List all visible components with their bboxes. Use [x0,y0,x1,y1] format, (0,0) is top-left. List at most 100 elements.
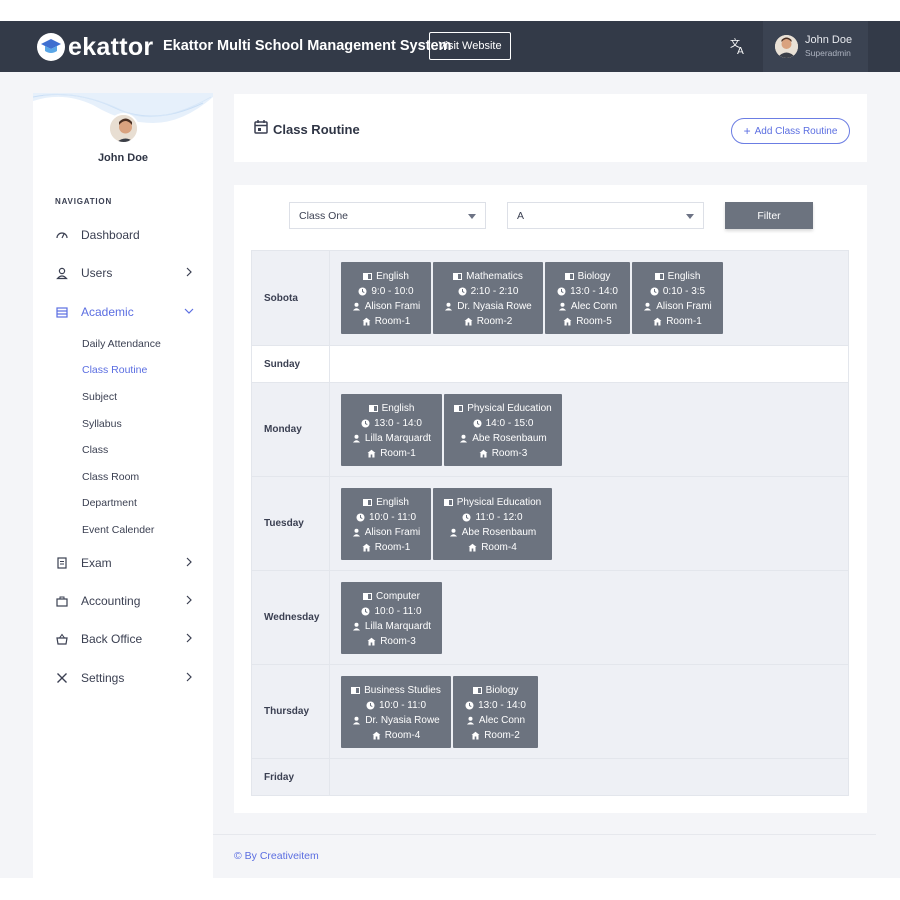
class-time: 0:10 - 3:5 [650,284,705,299]
book-icon [454,404,464,413]
submenu-class[interactable]: Class [82,444,108,456]
class-subject: Business Studies [351,683,441,698]
class-select-value: Class One [299,209,349,222]
app-logo[interactable]: ekattor [37,32,153,62]
clock-icon [361,419,370,428]
routine-row-monday: Monday English 13:0 - 14:0 Lilla Marquardt R… [252,382,848,476]
class-card[interactable]: Physical Education 11:0 - 12:0 Abe Rosenba… [433,488,552,560]
add-class-routine-button[interactable]: + Add Class Routine [731,118,850,144]
filter-button[interactable]: Filter [725,202,813,229]
book-icon [453,272,463,281]
clock-icon [356,513,365,522]
user-icon [558,302,567,311]
class-room-text: Room-4 [481,542,517,553]
class-teacher-text: Alison Frami [364,301,421,312]
class-time-text: 13:0 - 14:0 [374,418,422,429]
class-teacher: Lilla Marquardt [352,431,431,446]
class-subject: English [368,401,414,416]
class-teacher: Alison Frami [352,299,421,314]
routine-row-sobota: Sobota English 9:0 - 10:0 Alison Frami Room-… [252,251,848,345]
class-time: 13:0 - 14:0 [557,284,618,299]
sidebar-item-exam[interactable]: Exam [55,552,195,574]
sidebar-item-dashboard[interactable]: Dashboard [55,224,195,246]
sidebar-item-users[interactable]: Users [55,262,195,284]
class-room-text: Room-3 [380,636,416,647]
day-classes: Business Studies 10:0 - 11:0 Dr. Nyasia Ro… [330,665,848,758]
class-teacher-text: Alison Frami [364,527,421,538]
class-room-text: Room-2 [484,730,520,741]
class-card[interactable]: Computer 10:0 - 11:0 Lilla Marquardt Room-3 [341,582,442,654]
book-icon [363,592,373,601]
room-icon [471,731,480,740]
class-subject: Computer [363,589,420,604]
class-card[interactable]: English 0:10 - 3:5 Alison Frami Room-1 [632,262,723,334]
submenu-department[interactable]: Department [82,497,137,509]
class-room: Room-1 [653,314,702,329]
user-menu[interactable]: John Doe Superadmin [763,21,868,72]
class-room-text: Room-2 [476,316,513,327]
day-label: Thursday [252,665,330,758]
class-subject-text: Computer [376,591,420,602]
class-card[interactable]: English 13:0 - 14:0 Lilla Marquardt Room-1 [341,394,442,466]
visit-website-button[interactable]: Visit Website [429,32,511,60]
translate-icon[interactable]: 文 A [729,37,747,57]
user-icon [643,302,652,311]
user-icon [459,434,468,443]
class-time-text: 0:10 - 3:5 [662,286,706,297]
submenu-subject[interactable]: Subject [82,391,117,403]
day-classes: English 9:0 - 10:0 Alison Frami Room-1 Mathe… [330,251,848,345]
sidebar-item-academic[interactable]: Academic [55,301,195,323]
room-icon [464,317,473,326]
profile-name: John Doe [97,152,149,164]
class-subject-text: English [667,271,701,282]
class-card[interactable]: Business Studies 10:0 - 11:0 Dr. Nyasia Ro… [341,676,451,748]
class-card[interactable]: Mathematics 2:10 - 2:10 Dr. Nyasia Rowe Roo… [433,262,543,334]
sidebar-item-back-office[interactable]: Back Office [55,628,195,650]
clock-icon [650,287,659,296]
user-icon [352,434,361,443]
clock-icon [366,701,375,710]
submenu-class-routine[interactable]: Class Routine [82,364,147,376]
routine-row-tuesday: Tuesday English 10:0 - 11:0 Alison Frami Roo… [252,476,848,570]
class-subject-text: Mathematics [466,271,523,282]
class-room-text: Room-3 [491,448,528,459]
day-label: Friday [252,759,330,795]
class-room-text: Room-1 [380,448,416,459]
class-card[interactable]: Biology 13:0 - 14:0 Alec Conn Room-5 [545,262,630,334]
class-select[interactable]: Class One [289,202,486,229]
sidebar-item-label: Dashboard [81,228,140,242]
class-teacher-text: Abe Rosenbaum [461,527,537,538]
class-time-text: 14:0 - 15:0 [485,418,534,429]
class-time: 9:0 - 10:0 [358,284,414,299]
submenu-syllabus[interactable]: Syllabus [82,418,122,430]
class-subject-text: Business Studies [364,685,441,696]
user-icon [466,716,475,725]
class-card[interactable]: Physical Education 14:0 - 15:0 Abe Rosenba… [444,394,562,466]
class-subject-text: English [376,271,409,282]
user-icon [352,528,361,537]
class-card[interactable]: Biology 13:0 - 14:0 Alec Conn Room-2 [453,676,538,748]
user-icon [352,622,361,631]
class-room: Room-1 [362,314,410,329]
submenu-event-calender[interactable]: Event Calender [82,524,154,536]
room-icon [372,731,381,740]
routine-table: Sobota English 9:0 - 10:0 Alison Frami Room-… [251,250,849,796]
class-card[interactable]: English 10:0 - 11:0 Alison Frami Room-1 [341,488,431,560]
submenu-daily-attendance[interactable]: Daily Attendance [82,338,161,350]
section-select[interactable]: A [507,202,704,229]
class-time: 13:0 - 14:0 [361,416,422,431]
class-teacher: Alison Frami [352,525,421,540]
clock-icon [557,287,566,296]
chevron-right-icon [186,557,192,567]
submenu-class-room[interactable]: Class Room [82,471,139,483]
add-button-label: Add Class Routine [754,125,838,137]
sidebar-item-settings[interactable]: Settings [55,667,195,689]
class-teacher: Lilla Marquardt [352,619,431,634]
sidebar-item-accounting[interactable]: Accounting [55,590,195,612]
class-card[interactable]: English 9:0 - 10:0 Alison Frami Room-1 [341,262,431,334]
class-subject-text: English [376,497,409,508]
avatar [775,35,798,58]
footer-credit[interactable]: © By Creativeitem [234,850,319,862]
room-icon [367,449,376,458]
class-teacher-text: Abe Rosenbaum [472,433,547,444]
